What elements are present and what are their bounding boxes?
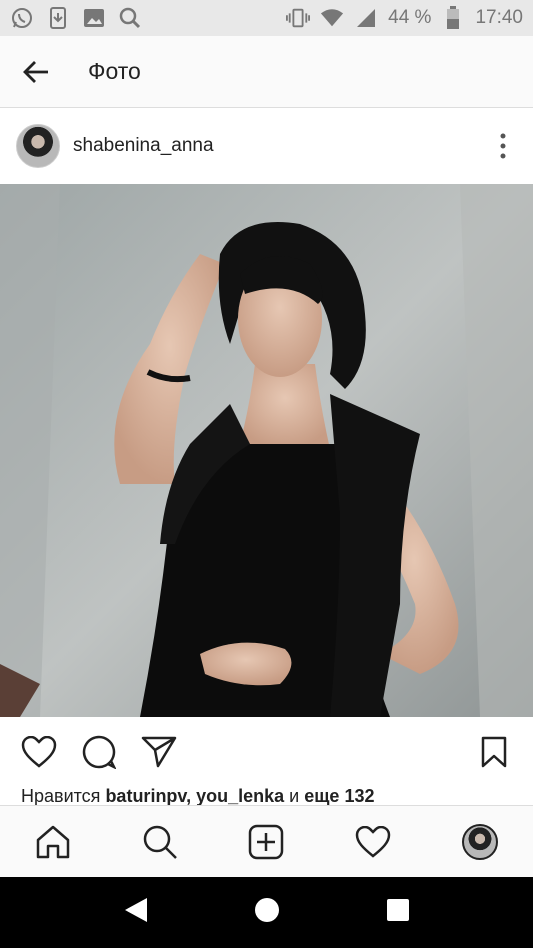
avatar[interactable] bbox=[16, 124, 60, 168]
post-photo[interactable] bbox=[0, 184, 533, 717]
nav-search[interactable] bbox=[130, 812, 190, 872]
like-button[interactable] bbox=[20, 733, 58, 771]
arrow-left-icon bbox=[23, 60, 48, 83]
comment-icon bbox=[82, 735, 116, 769]
more-vertical-icon bbox=[500, 133, 506, 159]
likes-separator: , bbox=[186, 786, 197, 806]
wifi-icon bbox=[320, 6, 344, 30]
nav-profile[interactable] bbox=[450, 812, 510, 872]
likes-and: и bbox=[284, 786, 305, 806]
comment-button[interactable] bbox=[80, 733, 118, 771]
whatsapp-icon bbox=[10, 6, 34, 30]
profile-avatar bbox=[461, 823, 498, 860]
battery-percent: 44 % bbox=[388, 7, 432, 28]
image-icon bbox=[82, 6, 106, 30]
liker-2[interactable]: you_lenka bbox=[196, 786, 284, 806]
signal-icon bbox=[354, 6, 378, 30]
circle-home-icon bbox=[255, 898, 280, 922]
likes-more[interactable]: еще 132 bbox=[304, 786, 374, 806]
bookmark-icon bbox=[481, 736, 507, 768]
download-icon bbox=[46, 6, 70, 30]
likes-summary[interactable]: Нравится baturinpv, you_lenka и еще 132 bbox=[21, 786, 374, 806]
square-recents-icon bbox=[387, 899, 410, 921]
triangle-back-icon bbox=[124, 898, 147, 922]
vibrate-icon bbox=[286, 6, 311, 30]
system-back-button[interactable] bbox=[123, 896, 149, 929]
nav-activity[interactable] bbox=[343, 812, 403, 872]
more-options-button[interactable] bbox=[473, 116, 533, 176]
nav-new-post[interactable] bbox=[236, 812, 296, 872]
bottom-nav bbox=[0, 805, 533, 877]
share-button[interactable] bbox=[140, 733, 178, 771]
likes-prefix: Нравится bbox=[21, 786, 106, 806]
post-actions bbox=[0, 718, 533, 786]
system-home-button[interactable] bbox=[254, 897, 280, 928]
system-recents-button[interactable] bbox=[386, 898, 410, 927]
heart-icon bbox=[355, 825, 391, 858]
page-title: Фото bbox=[88, 58, 141, 84]
username[interactable]: shabenina_anna bbox=[73, 135, 214, 157]
send-icon bbox=[141, 736, 177, 768]
clock: 17:40 bbox=[475, 7, 523, 28]
post-header: shabenina_anna bbox=[0, 108, 533, 184]
add-post-icon bbox=[249, 824, 284, 859]
liker-1[interactable]: baturinpv bbox=[105, 786, 186, 806]
search-icon bbox=[118, 6, 142, 30]
nav-home[interactable] bbox=[23, 812, 83, 872]
status-bar: 44 % 17:40 bbox=[0, 0, 533, 36]
search-icon bbox=[143, 825, 177, 859]
system-nav-bar bbox=[0, 877, 533, 948]
back-button[interactable] bbox=[0, 36, 72, 108]
save-button[interactable] bbox=[475, 733, 513, 771]
battery-icon bbox=[441, 6, 465, 30]
heart-icon bbox=[21, 736, 57, 768]
app-bar: Фото bbox=[0, 36, 533, 108]
home-icon bbox=[37, 825, 70, 858]
